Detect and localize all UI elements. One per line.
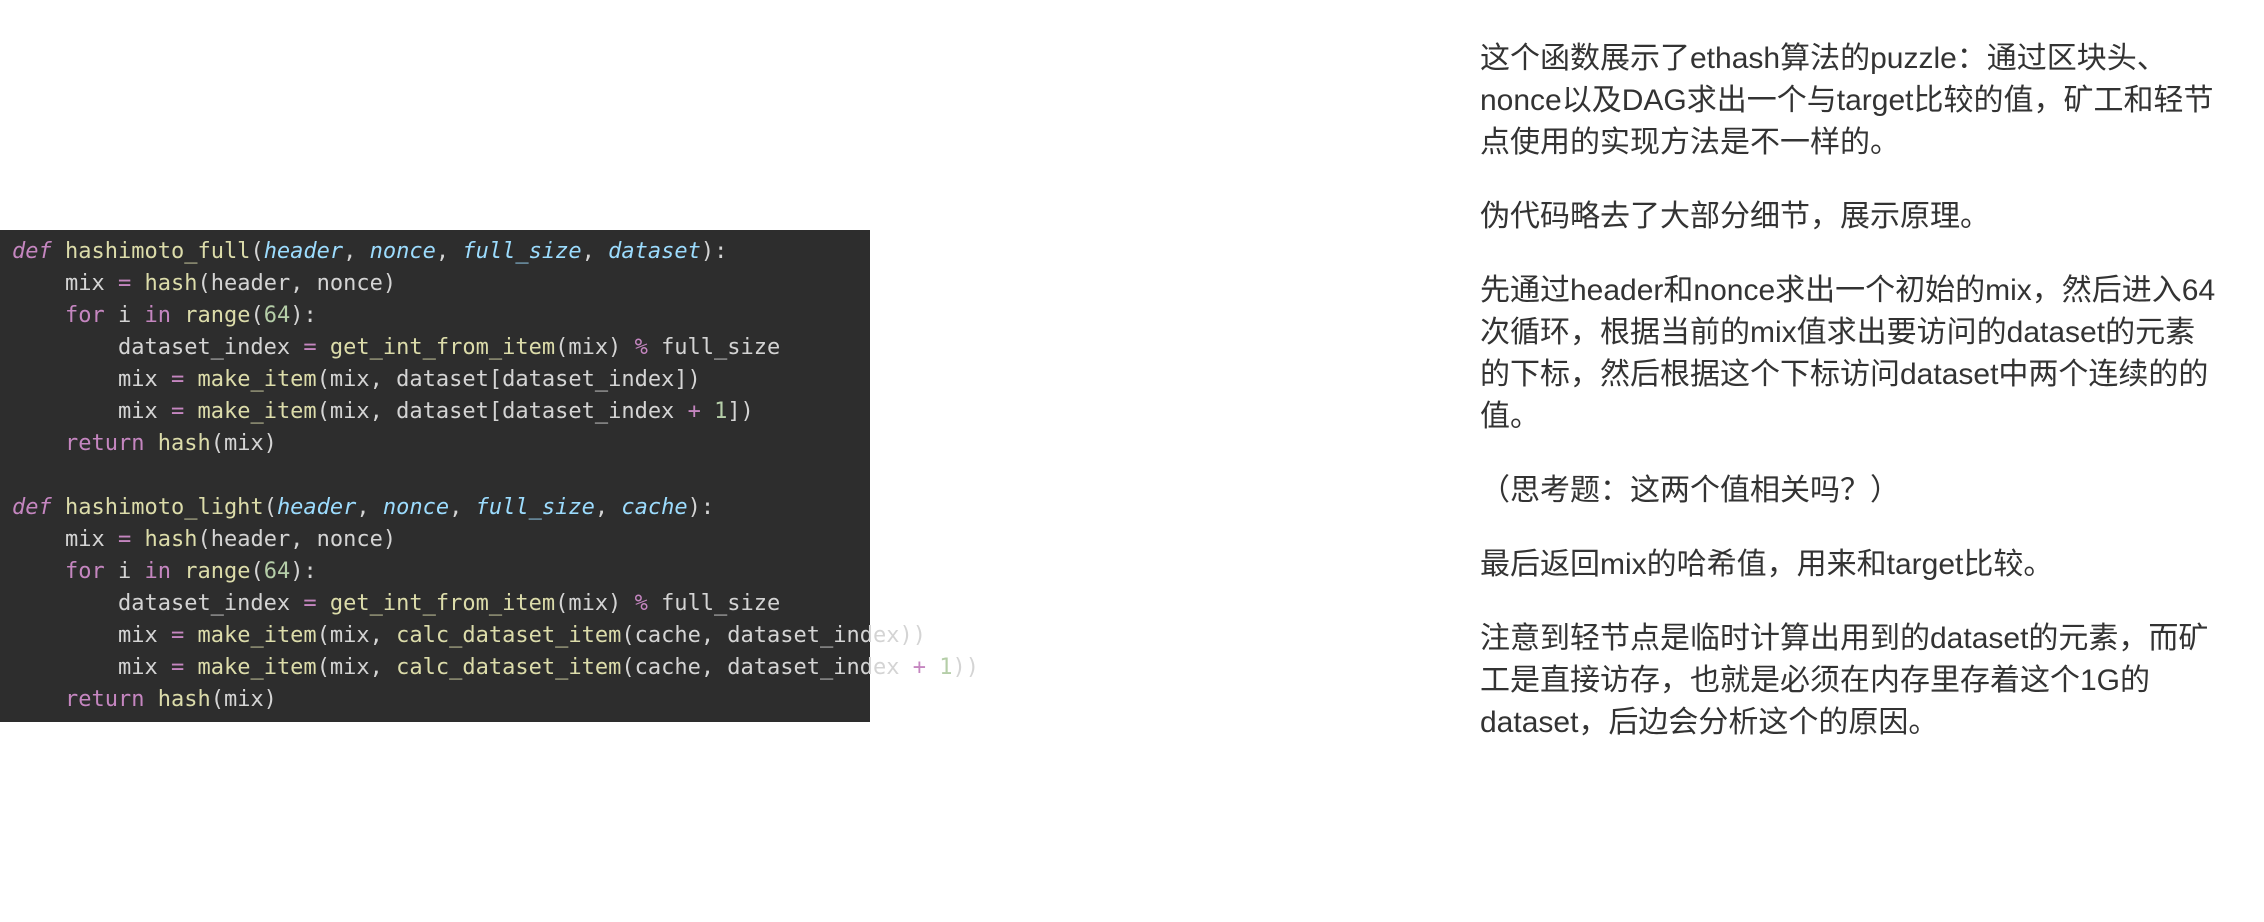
func1-param1: header [264, 239, 343, 264]
kw-def: def [12, 239, 52, 264]
func2-param3: full_size [476, 495, 595, 520]
func1-param3: full_size [462, 239, 581, 264]
func2-param1: header [277, 495, 356, 520]
explain-p5: 最后返回mix的哈希值，用来和target比较。 [1480, 544, 2220, 586]
code-content: def hashimoto_full(header, nonce, full_s… [12, 236, 858, 716]
explain-p3: 先通过header和nonce求出一个初始的mix，然后进入64次循环，根据当前… [1480, 270, 2220, 438]
slide: def hashimoto_full(header, nonce, full_s… [0, 0, 2264, 922]
explain-p6: 注意到轻节点是临时计算出用到的dataset的元素，而矿工是直接访存，也就是必须… [1480, 618, 2220, 744]
explain-p4: （思考题：这两个值相关吗？） [1480, 470, 2220, 512]
func2-name: hashimoto_light [65, 495, 264, 520]
func1-param2: nonce [370, 239, 436, 264]
func2-param2: nonce [383, 495, 449, 520]
explain-p1: 这个函数展示了ethash算法的puzzle：通过区块头、nonce以及DAG求… [1480, 38, 2220, 164]
explain-p2: 伪代码略去了大部分细节，展示原理。 [1480, 196, 2220, 238]
func2-param4: cache [621, 495, 687, 520]
func1-name: hashimoto_full [65, 239, 250, 264]
kw-def: def [12, 495, 52, 520]
explanation-text: 这个函数展示了ethash算法的puzzle：通过区块头、nonce以及DAG求… [1480, 38, 2220, 776]
func1-param4: dataset [608, 239, 701, 264]
code-block: def hashimoto_full(header, nonce, full_s… [0, 230, 870, 722]
